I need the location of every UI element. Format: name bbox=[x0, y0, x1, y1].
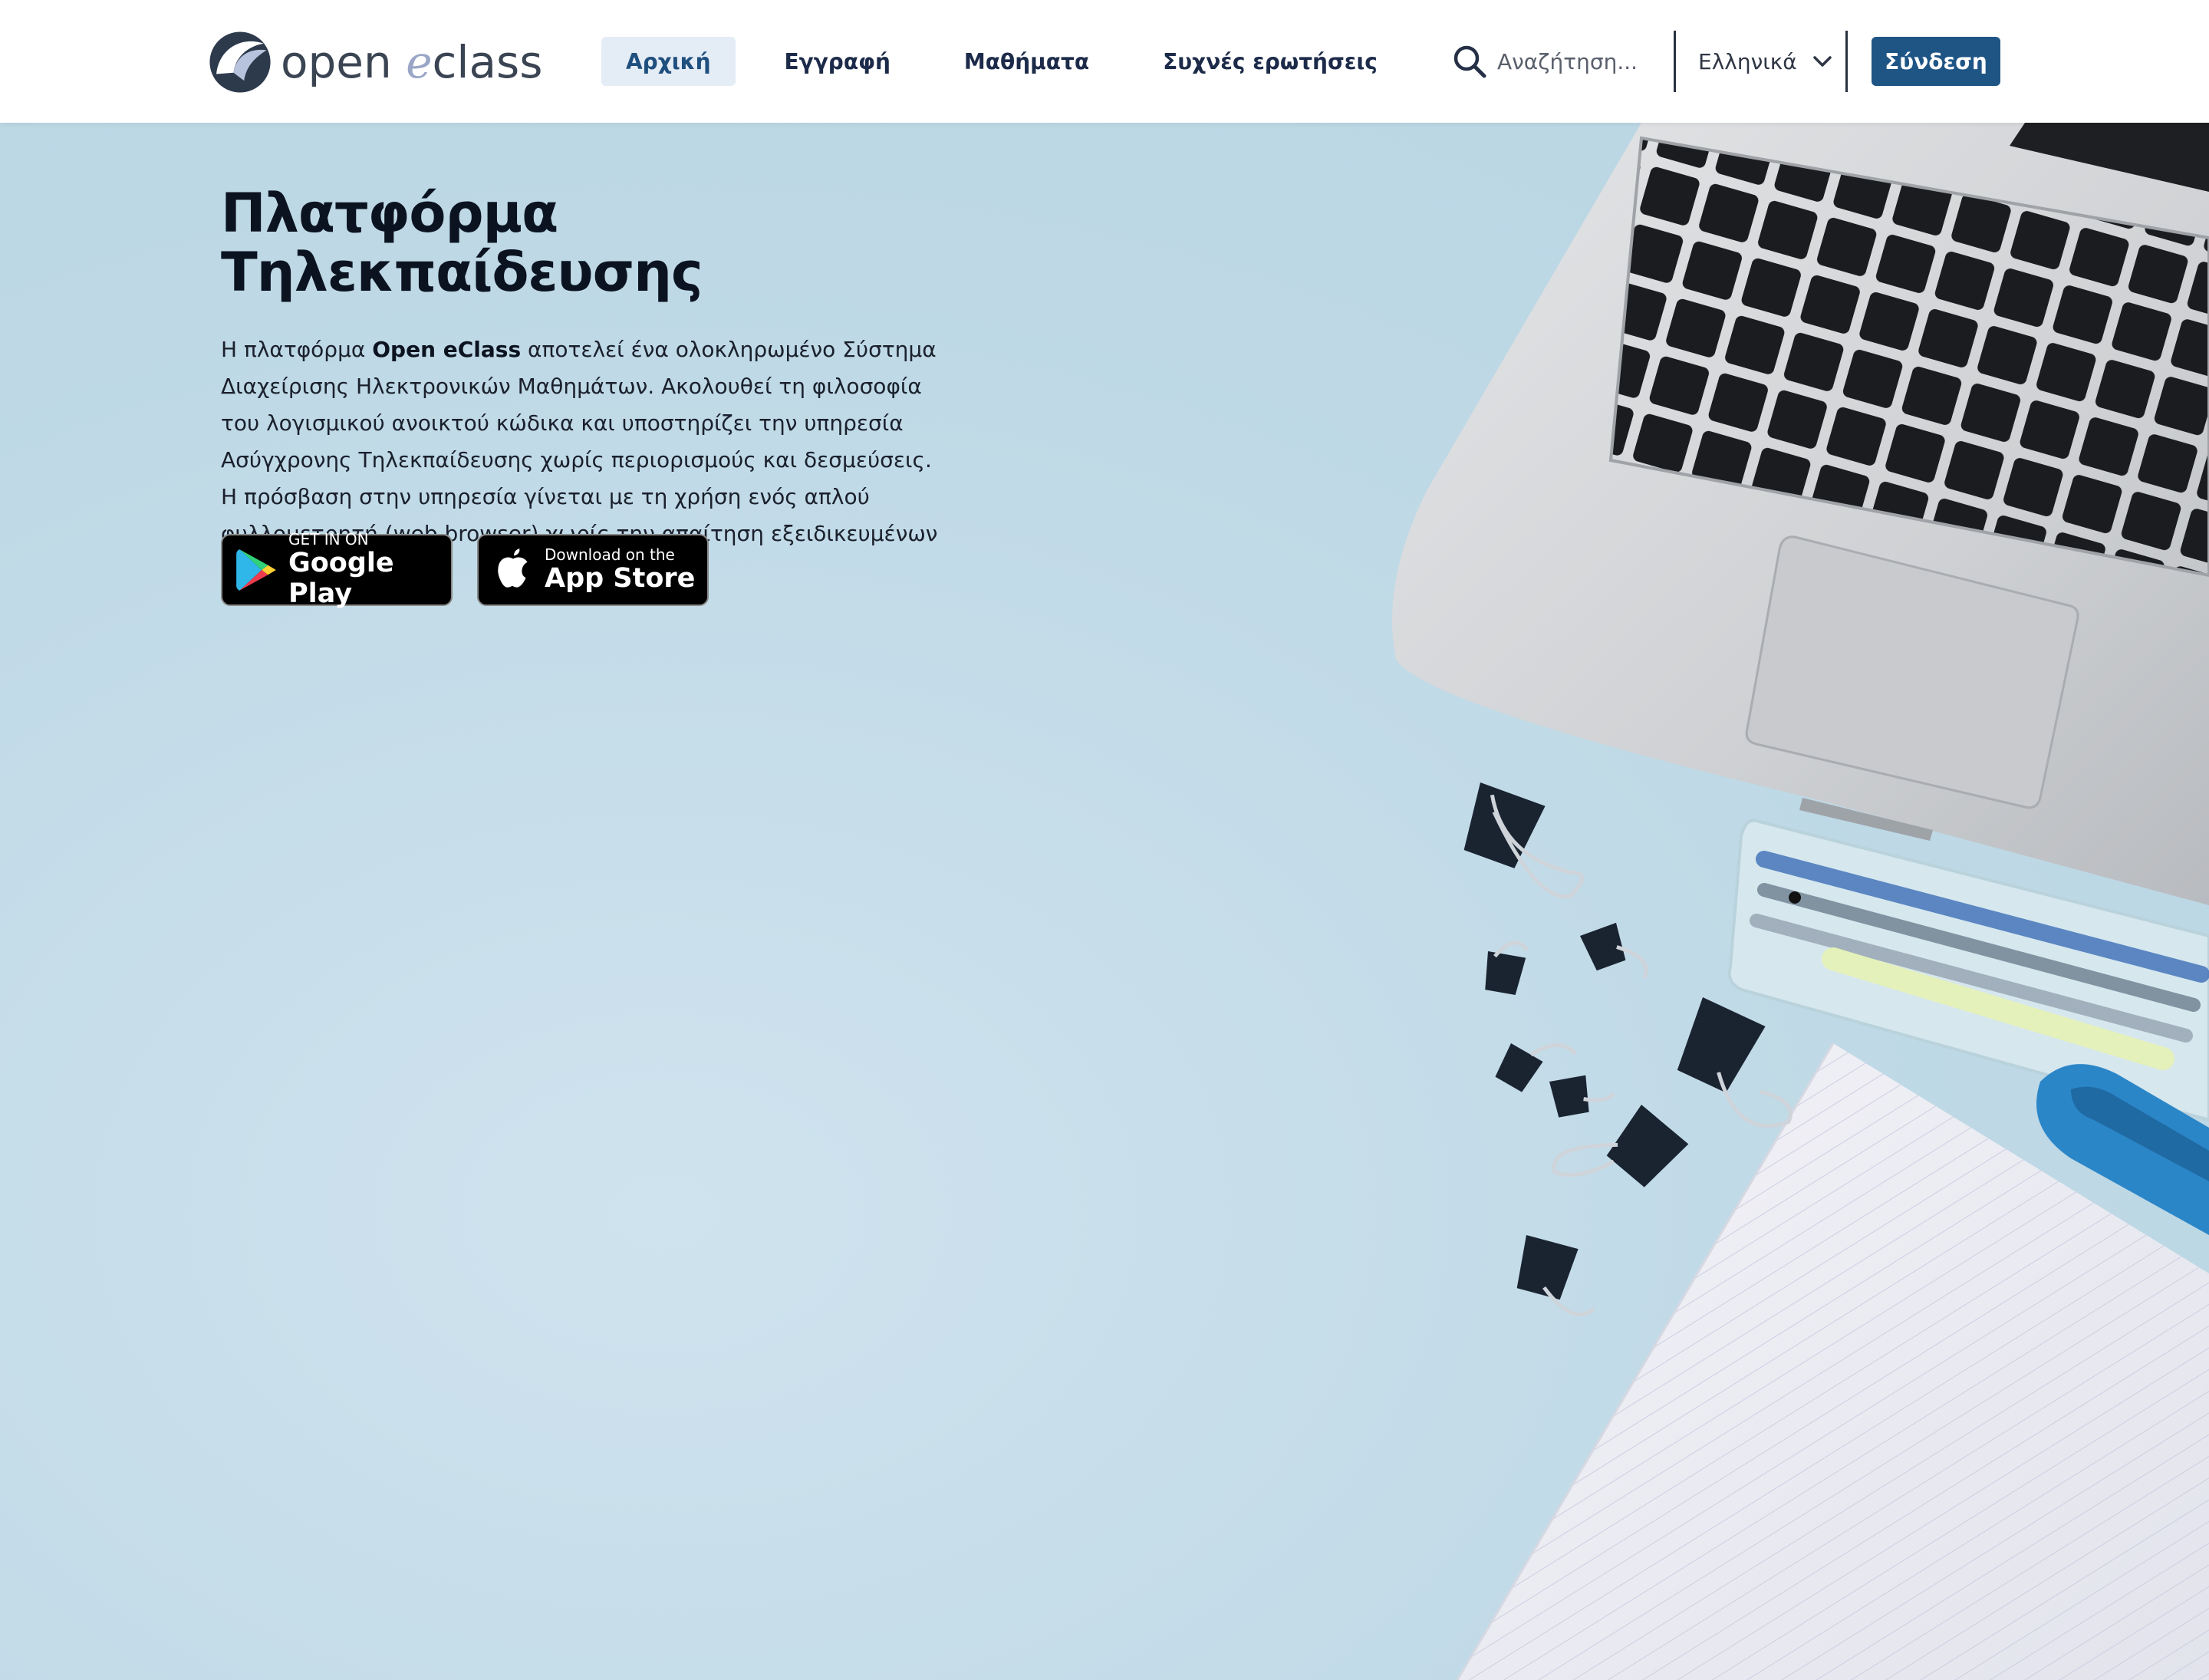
hero-section: Πλατφόρμα Τηλεκπαίδευσης Η πλατφόρμα Ope… bbox=[0, 123, 2209, 1680]
store-badges: GET IN ON Google Play Download on the Ap… bbox=[221, 530, 709, 609]
search-icon[interactable] bbox=[1451, 43, 1488, 80]
hero-brand-name: Open eClass bbox=[372, 337, 522, 362]
search-box bbox=[1451, 40, 1666, 83]
language-select[interactable]: Ελληνικά bbox=[1698, 40, 1834, 83]
logo-wordmark: open eclass bbox=[281, 36, 543, 88]
page-title: Πλατφόρμα Τηλεκπαίδευσης bbox=[221, 182, 703, 304]
nav-item-faq[interactable]: Συχνές ερωτήσεις bbox=[1138, 37, 1402, 86]
apple-icon bbox=[498, 548, 528, 588]
hero-content: Πλατφόρμα Τηλεκπαίδευσης Η πλατφόρμα Ope… bbox=[221, 184, 957, 589]
nav-item-courses[interactable]: Μαθήματα bbox=[940, 37, 1114, 86]
chevron-down-icon bbox=[1812, 56, 1832, 67]
header-divider bbox=[1845, 31, 1848, 92]
google-play-small-text: GET IN ON bbox=[288, 530, 369, 548]
app-store-badge[interactable]: Download on the App Store bbox=[477, 534, 709, 606]
nav-item-home[interactable]: Αρχική bbox=[601, 37, 736, 86]
search-input[interactable] bbox=[1497, 48, 1666, 74]
nav-item-register[interactable]: Εγγραφή bbox=[760, 37, 915, 86]
main-nav: Αρχική Εγγραφή Μαθήματα Συχνές ερωτήσεις bbox=[601, 37, 1402, 86]
google-play-badge[interactable]: GET IN ON Google Play bbox=[221, 530, 453, 609]
header-divider bbox=[1674, 31, 1676, 92]
google-play-icon bbox=[236, 549, 276, 591]
app-store-small-text: Download on the bbox=[545, 545, 675, 564]
eclass-logo-icon bbox=[209, 31, 271, 93]
language-select-value: Ελληνικά bbox=[1698, 48, 1797, 74]
top-navbar: open eclass Αρχική Εγγραφή Μαθήματα Συχν… bbox=[0, 0, 2209, 123]
google-play-big-text: Google Play bbox=[288, 548, 394, 609]
login-button[interactable]: Σύνδεση bbox=[1872, 37, 2000, 86]
eclass-logo[interactable]: open eclass bbox=[207, 28, 543, 97]
app-store-big-text: App Store bbox=[545, 563, 696, 594]
